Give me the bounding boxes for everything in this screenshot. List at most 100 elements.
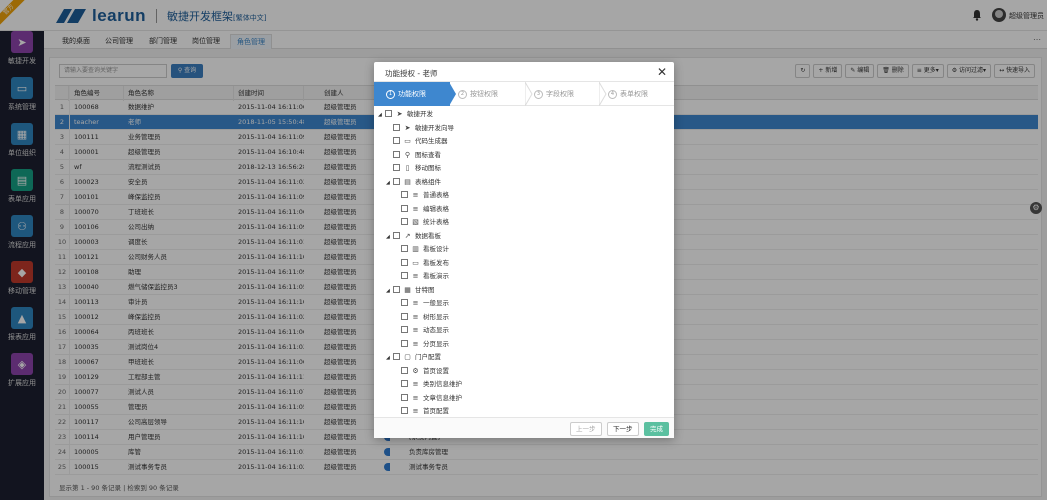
permission-checkbox[interactable] <box>401 272 408 279</box>
chart-line-icon: ↗ <box>404 231 411 240</box>
step-label: 功能权限 <box>398 90 426 98</box>
permission-checkbox[interactable] <box>401 366 408 374</box>
list-icon: ≡ <box>412 380 419 388</box>
close-icon[interactable]: ✕ <box>657 65 667 79</box>
tree-node[interactable]: ▭ 代码生成器 <box>378 135 670 149</box>
tree-node-label: 图标查看 <box>415 150 441 159</box>
permission-checkbox[interactable] <box>393 285 400 293</box>
tree-node[interactable]: ≡ 普通表格 <box>378 189 670 203</box>
permission-tree: ◢ ➤ 敏捷开发 ➤ 敏捷开发向导 ▭ 代码生成器 ⚲ 图标查看 ▯ 移动图标 ◢ ▤ 表格组件 ≡ 普通表格… <box>378 108 670 416</box>
tree-node[interactable]: ◢ ▤ 表格组件 <box>378 176 670 190</box>
next-step-button[interactable]: 下一步 <box>607 422 639 436</box>
list-icon: ≡ <box>412 272 419 280</box>
paper-plane-icon: ➤ <box>404 123 411 132</box>
list-icon: ≡ <box>412 312 419 321</box>
dialog-footer: 上一步 下一步 完成 <box>374 417 674 438</box>
step-number: 4 <box>608 90 617 99</box>
tree-node[interactable]: ➤ 敏捷开发向导 <box>378 122 670 136</box>
list-icon: ≡ <box>412 407 419 415</box>
tree-node[interactable]: ≡ 看板演示 <box>378 270 670 284</box>
tree-node[interactable]: ▥ 看板设计 <box>378 243 670 257</box>
step-3[interactable]: 3 字段权限 <box>526 82 600 106</box>
tree-node[interactable]: ◢ ➤ 敏捷开发 <box>378 108 670 122</box>
tree-node[interactable]: ◢ ↗ 数据看板 <box>378 230 670 244</box>
expand-toggle-icon[interactable]: ◢ <box>386 231 393 245</box>
table-icon: ▤ <box>404 177 411 186</box>
permission-checkbox[interactable] <box>401 339 408 347</box>
tree-node[interactable]: ◢ ▦ 甘特图 <box>378 284 670 298</box>
step-number: 3 <box>534 90 543 99</box>
step-4[interactable]: 4 表单权限 <box>600 82 674 106</box>
permission-checkbox[interactable] <box>401 326 408 333</box>
tree-node[interactable]: ≡ 文章信息维护 <box>378 392 670 406</box>
authorize-dialog: 功能授权 - 老师 ✕ 1 功能权限 2 按钮权限 3 字段权限 4 表单权限 ◢ ➤ 敏捷开发 ➤… <box>374 62 674 438</box>
tree-node[interactable]: ▯ 移动图标 <box>378 162 670 176</box>
permission-checkbox[interactable] <box>393 164 400 171</box>
tree-node-label: 类别信息维护 <box>423 380 462 388</box>
laptop-icon: ▭ <box>412 258 419 267</box>
dialog-title: 功能授权 - 老师 <box>385 69 438 78</box>
tree-node-label: 普通表格 <box>423 191 449 199</box>
permission-checkbox[interactable] <box>401 204 408 212</box>
step-chevron <box>525 82 533 106</box>
step-label: 表单权限 <box>620 90 648 98</box>
tree-node-label: 敏捷开发 <box>407 110 433 118</box>
expand-toggle-icon[interactable]: ◢ <box>378 109 385 123</box>
mobile-icon: ▯ <box>405 164 410 172</box>
permission-checkbox[interactable] <box>401 191 408 198</box>
permission-checkbox[interactable] <box>393 137 400 144</box>
tree-node[interactable]: ≡ 分页显示 <box>378 338 670 352</box>
permission-checkbox[interactable] <box>401 245 408 252</box>
tree-node-label: 统计表格 <box>423 218 449 226</box>
permission-checkbox[interactable] <box>393 353 400 360</box>
tree-node-label: 首页配置 <box>423 407 449 415</box>
tree-node-label: 首页设置 <box>423 366 449 375</box>
tree-node-label: 甘特图 <box>415 285 435 294</box>
tree-node-label: 门户配置 <box>415 353 441 361</box>
finish-button[interactable]: 完成 <box>644 422 669 436</box>
gantt-icon: ▦ <box>404 285 411 294</box>
step-chevron <box>449 82 456 106</box>
tree-node-label: 移动图标 <box>415 164 441 172</box>
permission-checkbox[interactable] <box>401 312 408 320</box>
permission-checkbox[interactable] <box>401 407 408 414</box>
permission-checkbox[interactable] <box>393 177 400 185</box>
expand-toggle-icon[interactable]: ◢ <box>386 285 393 299</box>
permission-checkbox[interactable] <box>401 393 408 401</box>
tree-node[interactable]: ≡ 编辑表格 <box>378 203 670 217</box>
permission-checkbox[interactable] <box>393 231 400 239</box>
wizard-steps: 1 功能权限 2 按钮权限 3 字段权限 4 表单权限 <box>374 82 674 106</box>
permission-checkbox[interactable] <box>401 299 408 306</box>
tree-node[interactable]: ≡ 一般显示 <box>378 297 670 311</box>
permission-checkbox[interactable] <box>401 218 408 225</box>
tree-node[interactable]: ▭ 看板发布 <box>378 257 670 271</box>
board-icon: ▥ <box>412 245 419 253</box>
tree-node[interactable]: ⚲ 图标查看 <box>378 149 670 163</box>
step-2[interactable]: 2 按钮权限 <box>450 82 526 106</box>
tree-node-label: 看板发布 <box>423 258 449 267</box>
expand-toggle-icon[interactable]: ◢ <box>386 177 393 191</box>
tree-node-label: 一般显示 <box>423 299 449 307</box>
expand-toggle-icon[interactable]: ◢ <box>386 352 393 366</box>
tree-node[interactable]: ≡ 动态显示 <box>378 324 670 338</box>
tree-node-label: 分页显示 <box>423 339 449 348</box>
permission-checkbox[interactable] <box>393 123 400 131</box>
list-icon: ≡ <box>412 393 419 402</box>
tree-node[interactable]: ≡ 树形显示 <box>378 311 670 325</box>
tree-node-label: 代码生成器 <box>415 137 448 145</box>
tree-node[interactable]: ▧ 统计表格 <box>378 216 670 230</box>
permission-checkbox[interactable] <box>401 258 408 266</box>
step-number: 1 <box>386 90 395 99</box>
tree-node[interactable]: ◢ ▢ 门户配置 <box>378 351 670 365</box>
list-icon: ≡ <box>412 326 419 334</box>
step-1[interactable]: 1 功能权限 <box>374 82 450 106</box>
tree-node[interactable]: ⚙ 首页设置 <box>378 365 670 379</box>
permission-checkbox[interactable] <box>385 110 392 117</box>
permission-checkbox[interactable] <box>401 380 408 387</box>
tree-node-label: 看板设计 <box>423 245 449 253</box>
tree-node[interactable]: ≡ 类别信息维护 <box>378 378 670 392</box>
prev-step-button[interactable]: 上一步 <box>570 422 602 436</box>
permission-checkbox[interactable] <box>393 150 400 158</box>
tree-node[interactable]: ≡ 首页配置 <box>378 405 670 416</box>
file-icon: ▧ <box>412 218 419 226</box>
